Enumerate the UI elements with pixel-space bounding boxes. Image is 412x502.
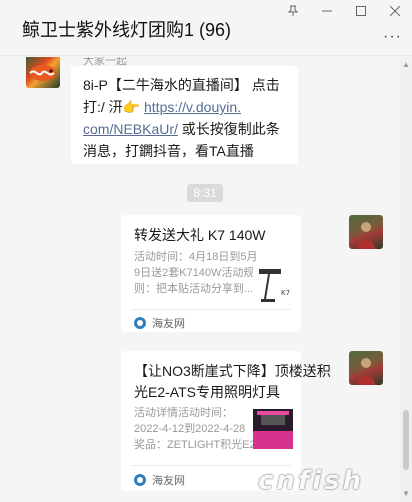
more-options-button[interactable]: ··· [383,28,402,46]
message-line: 消息，打鐦抖音，看TA直播 [83,143,254,159]
message-bubble[interactable]: 8i-P【二牛海水的直播间】 点击 打:/ 汧👉 https://v.douyi… [71,66,298,164]
maximize-icon[interactable] [344,0,378,22]
minimize-icon[interactable] [310,0,344,22]
time-label: 8:31 [187,184,223,202]
card-source: 海友网 [134,315,185,331]
message-line: 打:/ 汧👉 https://v.douyin. [83,99,242,115]
link[interactable]: https://v.douyin. [144,99,241,115]
link-card[interactable]: 转发送大礼 K7 140W 活动时间：4月18日到5月 9日送2套K7140W活… [121,215,301,332]
avatar[interactable] [349,215,383,249]
link[interactable]: com/NEBKaUr/ [83,121,178,137]
message-list: 大家一起 8i-P【二牛海水的直播间】 点击 打:/ 汧👉 https://v.… [0,57,400,502]
close-icon[interactable] [378,0,412,22]
pin-icon[interactable] [276,0,310,22]
divider [131,309,291,310]
scroll-down-icon[interactable]: ▼ [402,489,410,498]
watermark: cnfish [258,466,365,496]
avatar[interactable] [349,351,383,385]
source-icon [134,317,146,329]
chat-header: 鲸卫士紫外线灯团购1 (96) ··· [0,0,412,56]
source-icon [134,474,146,486]
scroll-up-icon[interactable]: ▲ [402,60,410,69]
card-source: 海友网 [134,472,185,488]
card-title: 【让NO3断崖式下降】顶楼送积 光E2-ATS专用照明灯具 [134,363,331,400]
scrollbar-thumb[interactable] [403,410,409,470]
product-thumbnail: K7 [253,265,293,305]
chat-title: 鲸卫士紫外线灯团购1 (96) [22,20,232,40]
card-title: 转发送大礼 K7 140W [134,227,266,243]
message-line: com/NEBKaUr/ 或长按復制此条 [83,121,280,137]
message-line: 8i-P【二牛海水的直播间】 点击 [83,77,280,93]
svg-text:K7: K7 [281,289,290,297]
window-controls [276,0,412,22]
avatar[interactable] [26,57,60,88]
product-thumbnail [253,409,293,449]
